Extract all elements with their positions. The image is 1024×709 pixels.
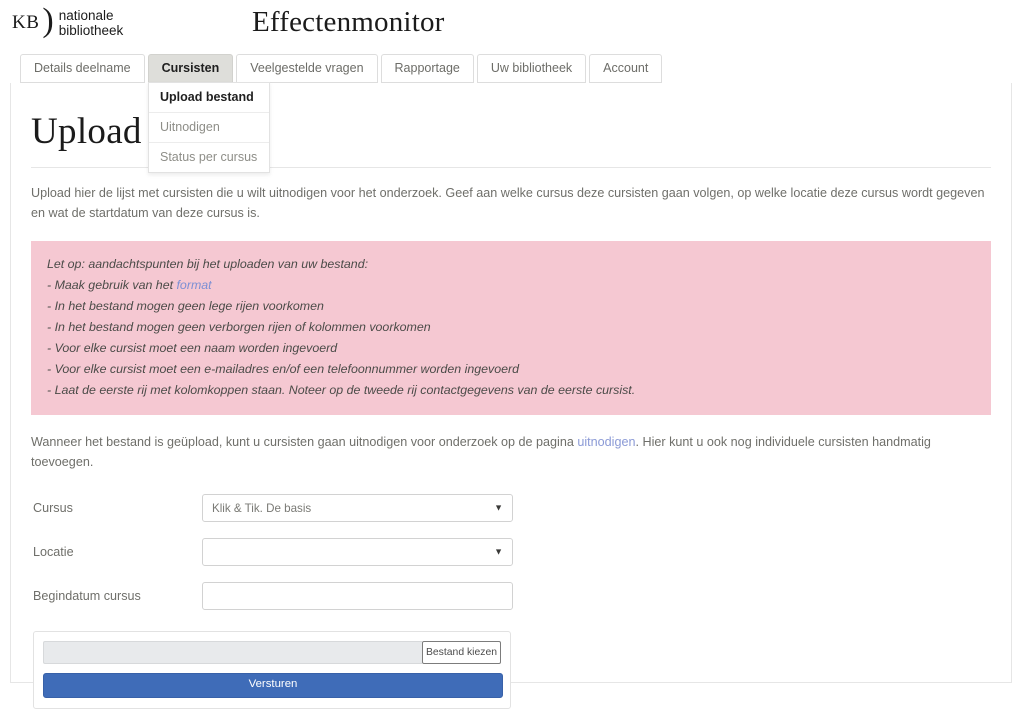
after-note-part1: Wanneer het bestand is geüpload, kunt u …: [31, 435, 578, 449]
alert-line-format: - Maak gebruik van het format: [47, 275, 975, 296]
menu-item-uitnodigen[interactable]: Uitnodigen: [149, 113, 269, 143]
menu-item-upload-bestand[interactable]: Upload bestand: [149, 83, 269, 113]
logo-slash-icon: ): [42, 2, 54, 39]
cursisten-dropdown-menu: Upload bestand Uitnodigen Status per cur…: [148, 82, 270, 173]
main-tabbar: Details deelname Cursisten Veelgestelde …: [20, 54, 665, 83]
chevron-down-icon: ▼: [494, 502, 503, 513]
alert-heading: Let op: aandachtspunten bij het uploaden…: [47, 257, 369, 271]
file-name-display: [43, 641, 422, 664]
locatie-label: Locatie: [33, 545, 74, 559]
form-row-begindatum: Begindatum cursus: [31, 582, 1000, 610]
cursus-select[interactable]: Klik & Tik. De basis ▼: [202, 494, 513, 522]
upload-warning-box: Let op: aandachtspunten bij het uploaden…: [31, 241, 991, 415]
upload-form: Cursus Klik & Tik. De basis ▼ Locatie ▼ …: [31, 494, 1000, 610]
begindatum-label: Begindatum cursus: [33, 589, 141, 603]
logo-kb-mark: KB: [12, 12, 40, 33]
tab-veelgestelde-vragen[interactable]: Veelgestelde vragen: [236, 54, 378, 83]
begindatum-input[interactable]: [202, 582, 513, 610]
alert-format-prefix: - Maak gebruik van het: [47, 278, 177, 292]
form-row-cursus: Cursus Klik & Tik. De basis ▼: [31, 494, 1000, 522]
tab-cursisten[interactable]: Cursisten: [147, 54, 234, 83]
page-header: KB ) nationale bibliotheek Effectenmonit…: [0, 0, 1024, 52]
alert-line-4: - Voor elke cursist moet een e-mailadres…: [47, 362, 520, 376]
tab-rapportage[interactable]: Rapportage: [380, 54, 474, 83]
cursus-label: Cursus: [33, 501, 73, 515]
form-row-locatie: Locatie ▼: [31, 538, 1000, 566]
chevron-down-icon: ▼: [494, 546, 503, 557]
main-content: Upload bestand Upload hier de lijst met …: [11, 110, 1011, 709]
cursus-select-value: Klik & Tik. De basis: [212, 501, 312, 515]
alert-line-5: - Laat de eerste rij met kolomkoppen sta…: [47, 383, 636, 397]
file-upload-panel: Bestand kiezen Versturen: [33, 631, 511, 709]
app-title: Effectenmonitor: [252, 6, 445, 38]
menu-item-status-per-cursus[interactable]: Status per cursus: [149, 143, 269, 172]
tab-account[interactable]: Account: [589, 54, 663, 83]
file-chooser-row: Bestand kiezen: [43, 641, 501, 664]
format-link[interactable]: format: [176, 278, 211, 292]
after-upload-note: Wanneer het bestand is geüpload, kunt u …: [31, 432, 991, 472]
kb-logo: KB ) nationale bibliotheek: [12, 2, 124, 40]
choose-file-button[interactable]: Bestand kiezen: [422, 641, 501, 664]
submit-button[interactable]: Versturen: [43, 673, 503, 698]
logo-wordmark: nationale bibliotheek: [59, 8, 124, 38]
alert-line-2: - In het bestand mogen geen verborgen ri…: [47, 320, 431, 334]
intro-paragraph: Upload hier de lijst met cursisten die u…: [31, 186, 985, 220]
main-panel: Upload bestand Upload hier de lijst met …: [10, 83, 1012, 709]
logo-line-2: bibliotheek: [58, 23, 124, 38]
locatie-select[interactable]: ▼: [202, 538, 513, 566]
alert-line-1: - In het bestand mogen geen lege rijen v…: [47, 299, 324, 313]
tab-uw-bibliotheek[interactable]: Uw bibliotheek: [476, 54, 587, 83]
tab-details-deelname[interactable]: Details deelname: [20, 54, 145, 83]
uitnodigen-link[interactable]: uitnodigen: [577, 435, 635, 449]
alert-line-3: - Voor elke cursist moet een naam worden…: [47, 341, 338, 355]
logo-line-1: nationale: [58, 8, 114, 23]
